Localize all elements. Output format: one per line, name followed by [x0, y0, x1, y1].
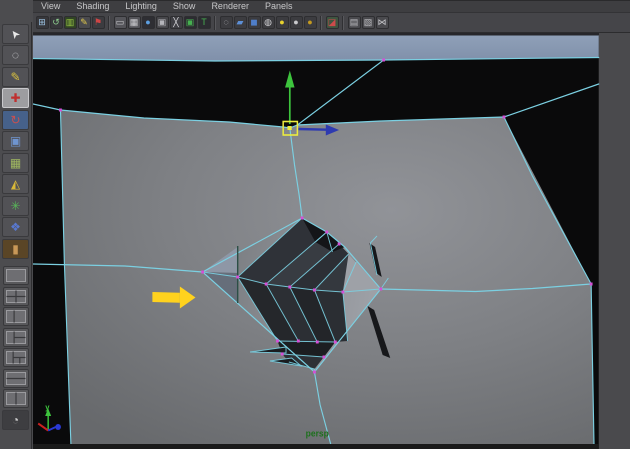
- layout-three-pane-right[interactable]: [2, 327, 29, 347]
- show-manipulator-tool[interactable]: ✳: [2, 195, 29, 216]
- paint-effects-icon[interactable]: ◔: [2, 409, 29, 430]
- lasso-select-tool[interactable]: ◌: [2, 45, 29, 65]
- layout-outliner-persp[interactable]: [2, 348, 29, 367]
- camera-tumble-icon[interactable]: ↺: [49, 16, 63, 29]
- move-tool-icon: ✚: [10, 91, 21, 105]
- soft-modification-tool-icon: ◭: [10, 177, 21, 191]
- connections-icon[interactable]: ⋈: [375, 16, 389, 29]
- soft-modification-tool[interactable]: ◭: [2, 174, 29, 194]
- select-tool-icon: ➤: [7, 26, 24, 41]
- flat-shade-icon[interactable]: ▰: [233, 16, 247, 29]
- wireframe-display-icon[interactable]: ◌: [219, 16, 233, 29]
- smooth-shade-icon[interactable]: ◼: [247, 16, 261, 29]
- toolbar-separator: [319, 15, 323, 30]
- panel-toolbar: ⊞ ↺ ▥ ✎ ⚑ ▭ ▦ ● ▣ ╳ ▣ T ◌ ▰ ◼ ◍ ● ● ● ◪ ▤ ▧ ⋈: [33, 13, 630, 33]
- viewport-panel: persp y: [33, 33, 630, 449]
- toolbar-separator: [341, 15, 345, 30]
- sculpt-tool[interactable]: ▮: [2, 238, 29, 259]
- toolbar-separator: [107, 15, 111, 30]
- gate-mask-icon[interactable]: ●: [141, 16, 155, 29]
- layout-four-pane[interactable]: [2, 286, 29, 306]
- layout-two-pane-stacked[interactable]: [2, 368, 29, 388]
- field-chart-icon[interactable]: ▣: [155, 16, 169, 29]
- use-all-lights-icon[interactable]: ●: [275, 16, 289, 29]
- grease-pencil-icon[interactable]: ✎: [77, 16, 91, 29]
- layout-two-pane-side[interactable]: [2, 307, 29, 326]
- viewport-top-border: [33, 33, 599, 36]
- universal-manipulator-tool[interactable]: ▦: [2, 152, 29, 173]
- scale-tool-icon: ▣: [9, 134, 22, 148]
- viewport-bottom-border: [33, 444, 599, 449]
- window-corner: [0, 0, 33, 22]
- frame-title-icon[interactable]: T: [197, 16, 211, 29]
- paint-select-tool-icon: ✎: [10, 69, 21, 84]
- film-gate-icon[interactable]: ▭: [113, 16, 127, 29]
- paint-effects-icon-glyph: ◔: [11, 412, 20, 427]
- resolution-gate-icon[interactable]: ▦: [127, 16, 141, 29]
- ceiling-face: [33, 35, 599, 61]
- panel-menu-bar: View Shading Lighting Show Renderer Panels: [33, 0, 630, 13]
- show-manipulator-tool-icon: ✳: [10, 198, 21, 213]
- camera-label: persp: [306, 428, 329, 438]
- menu-show[interactable]: Show: [165, 1, 204, 12]
- pan-zoom-camera-icon[interactable]: ⊞: [35, 16, 49, 29]
- menu-panels[interactable]: Panels: [257, 1, 301, 12]
- menu-lighting[interactable]: Lighting: [117, 1, 165, 12]
- rotate-tool-icon: ↻: [10, 112, 21, 127]
- manip-z-axis[interactable]: [298, 127, 327, 131]
- layout-single-pane[interactable]: [2, 266, 29, 285]
- isolate-select-icon[interactable]: ◪: [325, 16, 339, 29]
- universal-manipulator-tool-icon: ▦: [9, 155, 22, 170]
- layout-hypergraph-persp[interactable]: [2, 389, 29, 408]
- lasso-select-tool-icon: ◌: [11, 48, 20, 62]
- safe-action-icon[interactable]: ╳: [169, 16, 183, 29]
- menu-shading[interactable]: Shading: [68, 1, 117, 12]
- scale-tool[interactable]: ▣: [2, 131, 29, 151]
- menu-renderer[interactable]: Renderer: [203, 1, 257, 12]
- move-tool[interactable]: ✚: [2, 88, 29, 108]
- sculpt-tool-icon: ▮: [12, 241, 19, 256]
- paint-select-tool[interactable]: ✎: [2, 66, 29, 87]
- last-tool-used[interactable]: ❖: [2, 217, 29, 237]
- xray-display-icon[interactable]: ▤: [347, 16, 361, 29]
- image-plane-icon[interactable]: ▥: [63, 16, 77, 29]
- pin-marker-icon[interactable]: ⚑: [91, 16, 105, 29]
- select-tool[interactable]: ➤: [2, 23, 29, 44]
- textured-display-icon[interactable]: ◍: [261, 16, 275, 29]
- viewport-canvas[interactable]: persp y: [33, 33, 630, 449]
- shadows-icon[interactable]: ●: [289, 16, 303, 29]
- last-tool-used-icon: ❖: [10, 220, 21, 234]
- selected-vertex[interactable]: [287, 126, 292, 130]
- toolbox-sidebar: ➤ ◌ ✎ ✚ ↻ ▣ ▦ ◭ ✳ ❖ ▮ ◔: [0, 22, 32, 449]
- rotate-tool[interactable]: ↻: [2, 109, 29, 130]
- menu-view[interactable]: View: [33, 1, 68, 12]
- toolbar-separator: [213, 15, 217, 30]
- occlusion-icon[interactable]: ●: [303, 16, 317, 29]
- safe-title-icon[interactable]: ▣: [183, 16, 197, 29]
- backface-display-icon[interactable]: ▧: [361, 16, 375, 29]
